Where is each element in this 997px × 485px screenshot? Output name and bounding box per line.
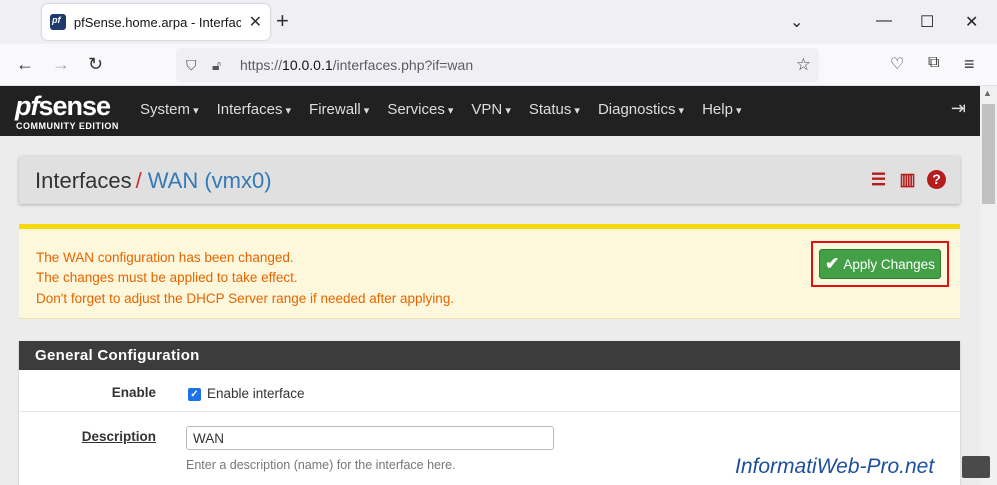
menu-hamburger-icon[interactable]: ≡ (964, 54, 975, 75)
menu-status[interactable]: Status (529, 101, 580, 118)
apply-changes-label: Apply Changes (843, 256, 935, 272)
forward-arrow-icon[interactable]: → (52, 54, 70, 75)
enable-row: Enable ✓ Enable interface (19, 370, 960, 412)
tab-title: pfSense.home.arpa - Interfaces: WAN (vmx… (73, 14, 241, 30)
pfsense-logo[interactable]: pfsense (15, 91, 111, 122)
menu-interfaces[interactable]: Interfaces (217, 101, 291, 118)
browser-tab[interactable]: pfSense.home.arpa - Interfaces: WAN (vmx… (42, 4, 270, 40)
tab-list-chevron-icon[interactable]: ⌄ (790, 12, 803, 32)
menu-vpn[interactable]: VPN (471, 101, 510, 118)
menu-firewall[interactable]: Firewall (309, 101, 369, 118)
address-bar[interactable]: ⛉ 🔓︎ https://10.0.0.1/interfaces.php?if=… (176, 48, 819, 82)
alert-line: The WAN configuration has been changed. (36, 250, 294, 265)
window-close-icon[interactable]: ✕ (965, 12, 978, 32)
panel-title: General Configuration (19, 341, 960, 370)
new-tab-button[interactable]: + (276, 10, 289, 32)
lock-icon[interactable]: 🔓︎ (212, 57, 221, 74)
menu-diagnostics[interactable]: Diagnostics (598, 101, 684, 118)
bar-chart-icon[interactable]: ▥ (898, 170, 917, 189)
check-icon: ✔ (825, 254, 840, 273)
alert-line: Don't forget to adjust the DHCP Server r… (36, 291, 455, 306)
menu-system[interactable]: System (140, 101, 199, 118)
page-title: Interfaces / WAN (vmx0) (35, 168, 272, 194)
alert-line: The changes must be applied to take effe… (36, 270, 298, 285)
pfsense-header: pfsense COMMUNITY EDITION System Interfa… (0, 86, 980, 136)
enable-checkbox[interactable]: ✓ (188, 388, 201, 401)
url-text[interactable]: https://10.0.0.1/interfaces.php?if=wan (240, 57, 473, 73)
scrollbar-thumb[interactable] (982, 104, 995, 204)
help-question-icon[interactable]: ? (927, 170, 946, 189)
changes-alert: The WAN configuration has been changed. … (19, 224, 960, 319)
enable-label: Enable (111, 385, 156, 400)
breadcrumb-page-link[interactable]: WAN (vmx0) (148, 168, 272, 193)
pfsense-favicon-icon (50, 14, 66, 30)
browser-tab-bar: pfSense.home.arpa - Interfaces: WAN (vmx… (0, 0, 997, 44)
minimize-icon[interactable]: — (876, 12, 892, 30)
shield-icon[interactable]: ⛉ (186, 57, 197, 74)
watermark-text: InformatiWeb-Pro.net (735, 455, 935, 478)
apply-changes-button[interactable]: ✔ Apply Changes (819, 249, 941, 279)
extensions-icon[interactable]: ⧉ (928, 54, 939, 72)
apply-highlight-box: ✔ Apply Changes (811, 241, 949, 287)
breadcrumb-section: Interfaces (35, 168, 132, 193)
sliders-icon[interactable]: ☰ (869, 170, 888, 189)
menu-services[interactable]: Services (387, 101, 453, 118)
close-tab-icon[interactable]: ✕ (249, 12, 262, 32)
maximize-icon[interactable]: ☐ (920, 12, 934, 32)
enable-checkbox-label[interactable]: Enable interface (207, 386, 305, 401)
reload-icon[interactable]: ↻ (88, 54, 103, 75)
logout-icon[interactable]: ⇥ (951, 98, 966, 119)
description-label: Description (81, 429, 156, 444)
breadcrumb-separator: / (135, 168, 142, 193)
laptop-icon (962, 456, 990, 478)
breadcrumb: Interfaces / WAN (vmx0) ☰ ▥ ? (19, 156, 960, 204)
pocket-icon[interactable]: ♡ (890, 54, 904, 74)
bookmark-star-icon[interactable]: ☆ (796, 55, 811, 75)
logo-edition: COMMUNITY EDITION (16, 121, 119, 131)
back-arrow-icon[interactable]: ← (16, 54, 34, 75)
description-input[interactable] (186, 426, 554, 450)
breadcrumb-actions: ☰ ▥ ? (869, 170, 946, 189)
menu-help[interactable]: Help (702, 101, 741, 118)
main-menu: System Interfaces Firewall Services VPN … (140, 101, 760, 118)
description-help: Enter a description (name) for the inter… (186, 458, 456, 472)
scroll-up-icon[interactable]: ▲ (983, 88, 992, 98)
